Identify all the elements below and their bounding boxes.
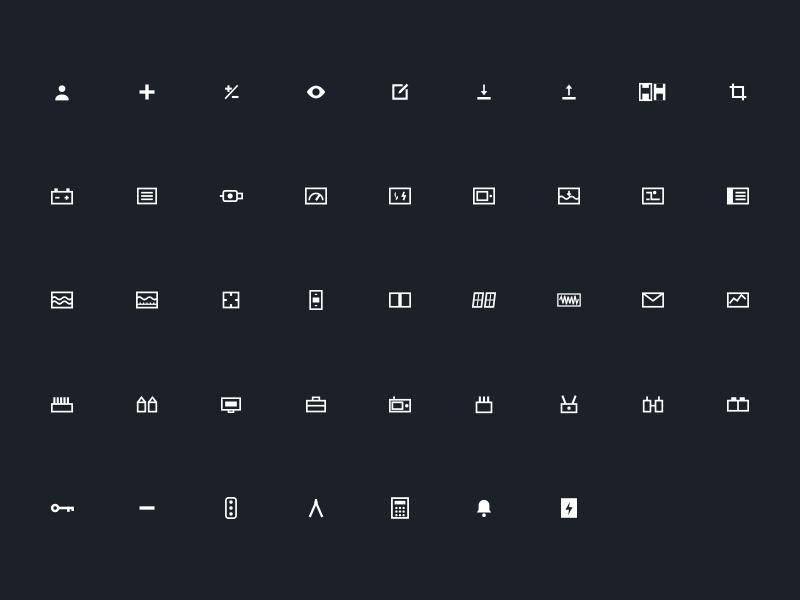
user-icon [20,40,104,144]
wave-tank-scale-icon [104,248,188,352]
wave-tank-icon [20,248,104,352]
motor-icon [189,144,273,248]
bunny-ears-icon [527,352,611,456]
bolt-card-icon [527,456,611,560]
radio-device-icon [358,352,442,456]
traffic-light-icon [189,456,273,560]
pipe-diagram-icon [611,144,695,248]
water-level-icon [527,144,611,248]
arrows-out-icon [189,248,273,352]
waveform-icon [527,248,611,352]
empty-cell [611,456,695,560]
icon-grid [20,40,780,560]
line-chart-icon [696,248,780,352]
calculator-icon [358,456,442,560]
list-panel-icon [104,144,188,248]
twin-vessel-icon [611,352,695,456]
save-icon [611,40,695,144]
minus-icon [104,456,188,560]
gas-electric-icon [358,144,442,248]
solar-panels-icon [442,248,526,352]
envelope-icon [611,248,695,352]
crop-icon [696,40,780,144]
compass-draw-icon [273,456,357,560]
battery-icon [20,144,104,248]
twin-building-icon [104,352,188,456]
plus-icon [104,40,188,144]
vertical-slider-icon [273,248,357,352]
eye-icon [273,40,357,144]
display-box-icon [189,352,273,456]
blocks-icon [696,352,780,456]
gauge-icon [273,144,357,248]
plus-minus-icon [189,40,273,144]
side-panel-icon [696,144,780,248]
comb-icon [20,352,104,456]
bell-icon [442,456,526,560]
vertical-bar-icon [358,248,442,352]
plug-top-icon [442,352,526,456]
key-icon [20,456,104,560]
edit-icon [358,40,442,144]
tablet-device-icon [442,144,526,248]
download-icon [442,40,526,144]
briefcase-icon [273,352,357,456]
upload-icon [527,40,611,144]
empty-cell [696,456,780,560]
